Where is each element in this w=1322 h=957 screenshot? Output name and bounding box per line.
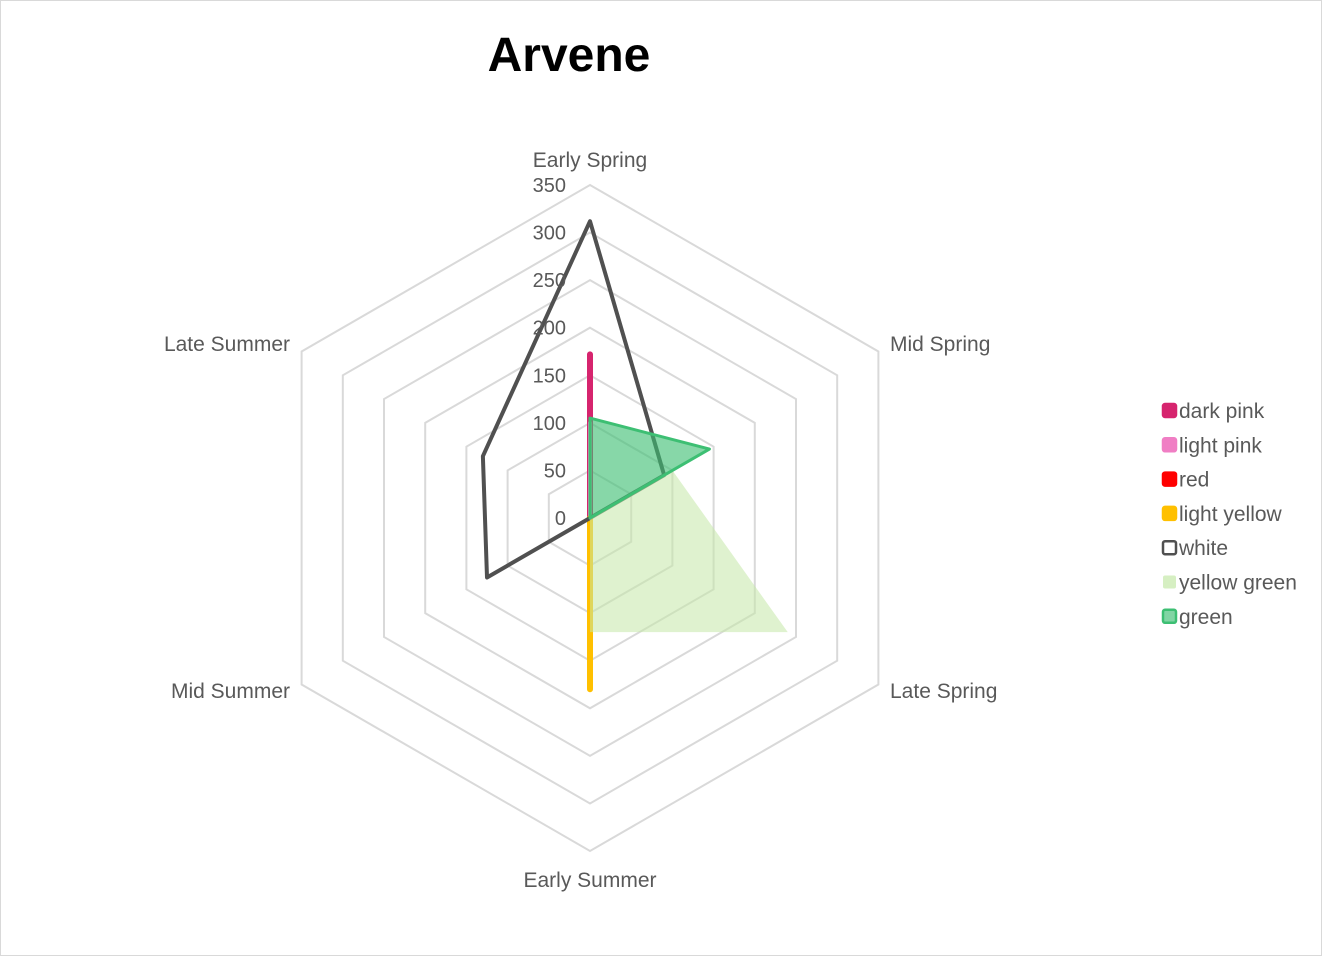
legend-item-yellow-green[interactable]: yellow green xyxy=(1163,572,1297,595)
legend-item-red[interactable]: red xyxy=(1161,469,1209,492)
legend-item-light-yellow[interactable]: light yellow xyxy=(1161,503,1283,526)
legend-label: white xyxy=(1178,537,1228,560)
category-labels: Early Spring Mid Spring Late Spring Early S… xyxy=(164,149,997,892)
legend-swatch xyxy=(1161,402,1178,419)
tick-label: 300 xyxy=(533,223,566,245)
tick-label: 50 xyxy=(544,460,566,482)
legend-swatch xyxy=(1161,505,1178,522)
legend-item-light-pink[interactable]: light pink xyxy=(1161,434,1262,457)
tick-label: 350 xyxy=(533,175,566,197)
legend-swatch xyxy=(1163,575,1176,589)
legend-label: yellow green xyxy=(1179,572,1297,595)
legend-swatch xyxy=(1161,471,1178,487)
legend-item-white[interactable]: white xyxy=(1161,537,1228,560)
tick-label: 250 xyxy=(533,270,566,292)
legend-swatch xyxy=(1161,608,1178,625)
legend-label: red xyxy=(1179,469,1209,492)
category-label: Mid Spring xyxy=(890,333,990,356)
legend-label: green xyxy=(1179,606,1233,629)
tick-label: 0 xyxy=(555,508,566,530)
legend-swatch xyxy=(1161,539,1178,556)
radial-tick-labels: 0 50 100 150 200 250 300 350 xyxy=(533,175,566,530)
tick-label: 100 xyxy=(533,413,566,435)
category-label: Late Summer xyxy=(164,333,290,356)
legend-item-green[interactable]: green xyxy=(1161,606,1233,629)
radar-series xyxy=(480,219,788,693)
legend-label: light yellow xyxy=(1179,503,1283,526)
legend-swatch xyxy=(1161,437,1178,453)
tick-label: 150 xyxy=(533,365,566,387)
category-label: Early Spring xyxy=(533,149,647,172)
chart-frame: Arvene 0 50 100 150 200 250 300 350 Early Sprin… xyxy=(0,0,1322,956)
category-label: Mid Summer xyxy=(171,680,290,703)
category-label: Late Spring xyxy=(890,680,997,703)
category-label: Early Summer xyxy=(523,869,656,892)
chart-legend: dark pink light pink red light yellow white y… xyxy=(1161,400,1297,629)
legend-label: dark pink xyxy=(1179,400,1265,423)
tick-label: 200 xyxy=(533,318,566,340)
legend-item-dark-pink[interactable]: dark pink xyxy=(1161,400,1265,423)
legend-label: light pink xyxy=(1179,434,1262,457)
radar-chart: Arvene 0 50 100 150 200 250 300 350 Early Sprin… xyxy=(164,29,1297,892)
chart-title: Arvene xyxy=(488,29,651,82)
